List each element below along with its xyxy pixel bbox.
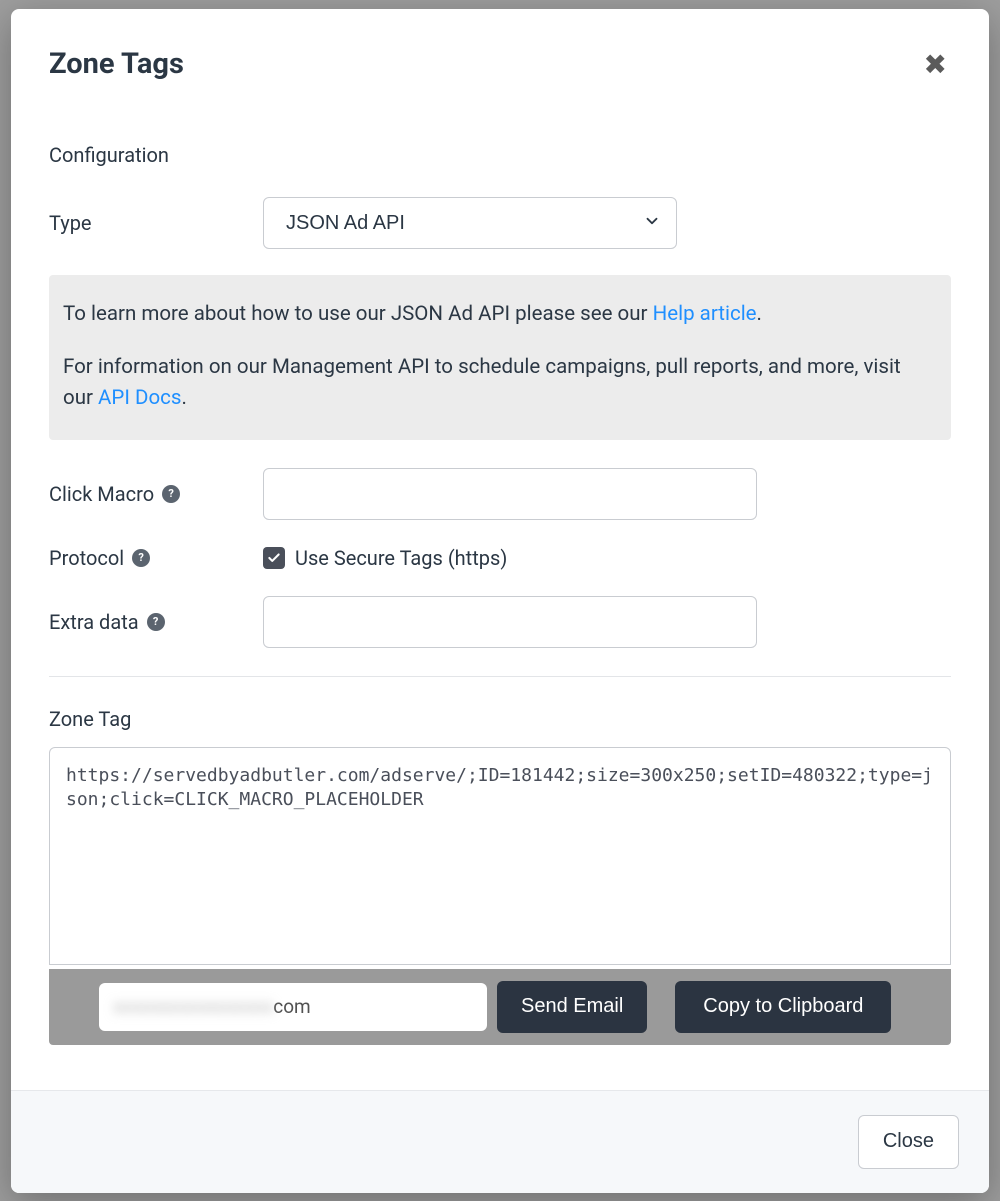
close-button[interactable]: Close <box>858 1115 959 1169</box>
zone-tags-modal: Zone Tags ✖ Configuration Type JSON Ad A… <box>11 9 989 1193</box>
info-text: To learn more about how to use our JSON … <box>63 302 653 326</box>
help-icon[interactable]: ? <box>132 549 150 567</box>
extra-data-label: Extra data ? <box>49 610 263 634</box>
info-box: To learn more about how to use our JSON … <box>49 275 951 440</box>
zone-tag-code[interactable] <box>49 747 951 965</box>
modal-header: Zone Tags ✖ <box>11 9 989 83</box>
protocol-label: Protocol ? <box>49 546 263 570</box>
protocol-row: Protocol ? Use Secure Tags (https) <box>49 546 951 570</box>
info-line-1: To learn more about how to use our JSON … <box>63 299 927 330</box>
api-docs-link[interactable]: API Docs <box>98 386 181 410</box>
label-text: Protocol <box>49 546 124 570</box>
help-icon[interactable]: ? <box>147 613 165 631</box>
email-input[interactable]: xxxxxxxxxxxxxxxxxcom <box>99 983 487 1031</box>
click-macro-label: Click Macro ? <box>49 482 263 506</box>
secure-tags-label: Use Secure Tags (https) <box>295 546 507 570</box>
extra-data-row: Extra data ? <box>49 596 951 648</box>
copy-to-clipboard-button[interactable]: Copy to Clipboard <box>675 981 891 1033</box>
configuration-heading: Configuration <box>49 143 951 167</box>
info-text: . <box>181 386 186 410</box>
help-icon[interactable]: ? <box>162 485 180 503</box>
type-label: Type <box>49 211 263 235</box>
email-suffix: com <box>273 995 310 1018</box>
secure-tags-checkbox[interactable] <box>263 547 285 569</box>
modal-title: Zone Tags <box>49 47 184 81</box>
label-text: Extra data <box>49 610 139 634</box>
type-row: Type JSON Ad API <box>49 197 951 249</box>
type-select[interactable]: JSON Ad API <box>263 197 677 249</box>
click-macro-input[interactable] <box>263 468 757 520</box>
zone-tag-label: Zone Tag <box>49 707 951 731</box>
send-email-button[interactable]: Send Email <box>497 981 647 1033</box>
divider <box>49 676 951 677</box>
close-icon[interactable]: ✖ <box>920 47 951 83</box>
secure-tags-checkbox-row: Use Secure Tags (https) <box>263 546 507 570</box>
type-select-wrap: JSON Ad API <box>263 197 677 249</box>
email-redacted: xxxxxxxxxxxxxxxxx <box>113 995 273 1018</box>
click-macro-row: Click Macro ? <box>49 468 951 520</box>
extra-data-input[interactable] <box>263 596 757 648</box>
action-bar: xxxxxxxxxxxxxxxxxcom Send Email Copy to … <box>49 969 951 1045</box>
info-text: . <box>757 302 762 326</box>
info-text: For information on our Management API to… <box>63 355 901 410</box>
help-article-link[interactable]: Help article <box>653 302 757 326</box>
modal-body: Configuration Type JSON Ad API To learn … <box>11 83 989 1090</box>
label-text: Click Macro <box>49 482 154 506</box>
modal-footer: Close <box>11 1090 989 1193</box>
info-line-2: For information on our Management API to… <box>63 352 927 414</box>
